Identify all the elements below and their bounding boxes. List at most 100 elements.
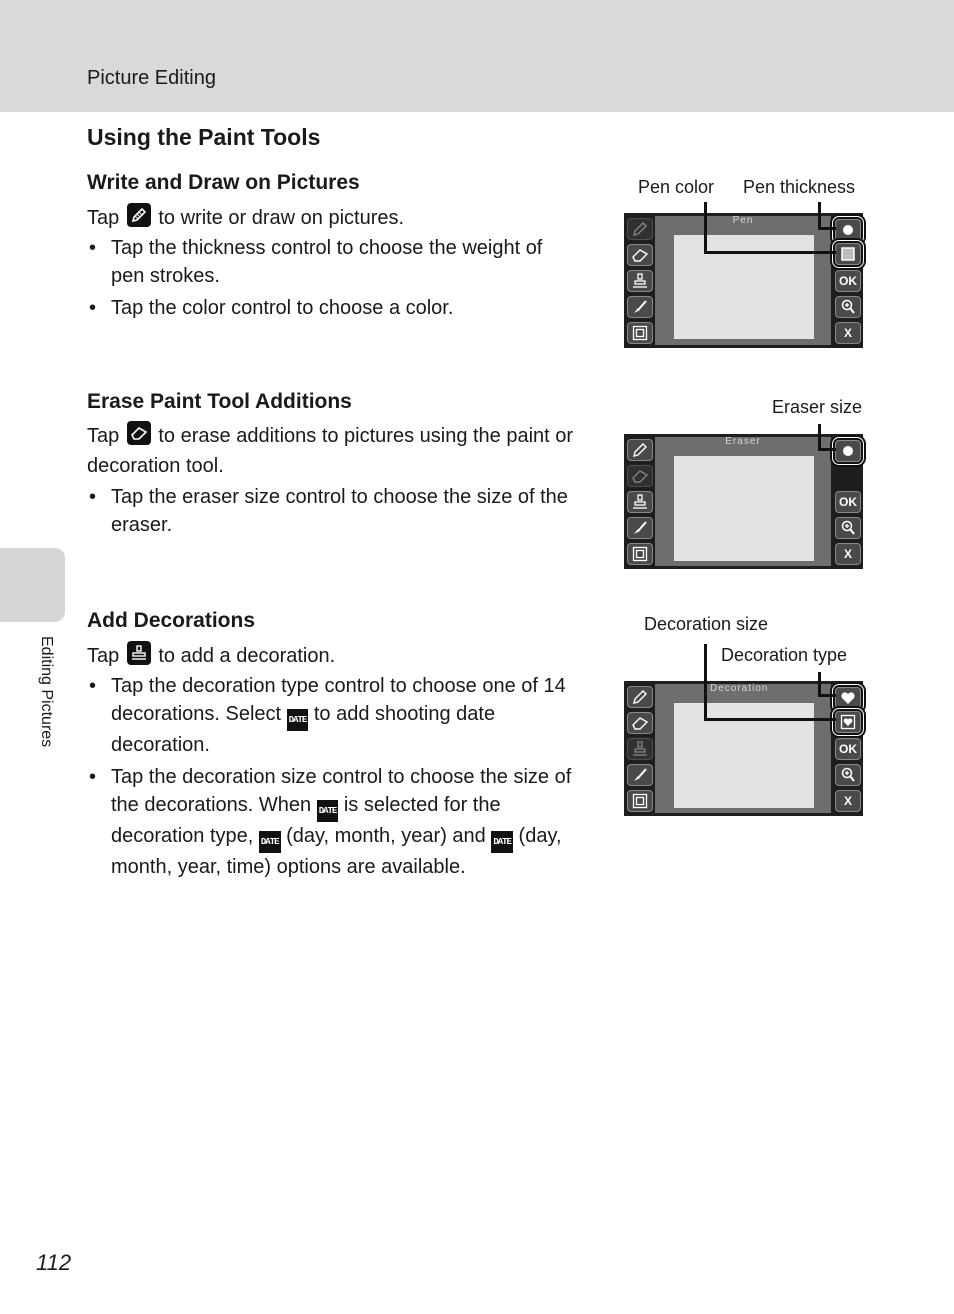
eraser-size-button[interactable] [833,438,863,464]
ok-label: OK [839,742,857,756]
intro-text: to write or draw on pictures. [158,207,405,229]
zoom-button[interactable] [835,517,861,539]
mode-label: Decoration [710,683,769,694]
section-heading-decorations: Add Decorations [87,609,256,632]
section-heading-write-draw: Write and Draw on Pictures [87,171,360,194]
eraser-tool-button[interactable] [627,465,653,487]
leader-line [704,202,707,253]
dot-icon [843,225,853,235]
stamp-icon [633,741,647,756]
bullet-text: Tap the decoration size control to choos… [111,766,572,816]
date-icon: DATE [286,709,309,731]
leader-line [704,644,707,721]
decoration-size-button[interactable] [833,709,863,735]
intro-text: to add a decoration. [158,645,336,667]
leader-line [818,448,836,451]
brush-icon [634,768,647,781]
pencil-icon [633,222,647,236]
frame-icon [632,793,648,809]
stamp-icon [126,641,151,665]
bullet-item: Tap the decoration size control to choos… [87,763,582,881]
frame-tool-button[interactable] [627,790,653,812]
eraser-tool-button[interactable] [627,712,653,734]
frame-icon [632,546,648,562]
eraser-tool-button[interactable] [627,244,653,266]
section-body-write-draw: Tap to write or draw on pictures. Tap th… [87,203,577,326]
date-dmy-icon: DATE [258,831,281,853]
frame-tool-button[interactable] [627,543,653,565]
leader-line [818,694,836,697]
eraser-icon [126,421,151,445]
mode-label: Pen [732,215,754,226]
callout-eraser-size: Eraser size [772,397,863,417]
intro-text: to erase additions to pictures using the… [87,425,574,477]
camera-screen-decoration: Decoration OK X [624,681,863,816]
intro-text: Tap [87,425,120,447]
zoom-button[interactable] [835,296,861,318]
running-head: Picture Editing [87,67,216,89]
decoration-tool-button[interactable] [627,270,653,292]
color-swatch-icon [841,247,855,261]
close-icon: X [843,794,852,808]
decoration-tool-button[interactable] [627,738,653,760]
ok-button[interactable]: OK [835,270,861,292]
callout-decoration-size: Decoration size [644,614,769,634]
leader-line [818,227,836,230]
bullet-item: Tap the decoration type control to choos… [87,672,582,759]
pencil-icon [633,690,647,704]
frame-icon [632,325,648,341]
eraser-icon [632,717,648,730]
pencil-icon [126,203,151,227]
close-icon: X [843,326,852,340]
leader-line [704,251,836,254]
zoom-in-icon [841,767,855,782]
camera-screen-eraser: Eraser OK X [624,434,863,569]
date-icon: DATE [316,800,339,822]
bullet-item: Tap the color control to choose a color. [87,294,577,322]
brush-tool-button[interactable] [627,296,653,318]
frame-tool-button[interactable] [627,322,653,344]
camera-screen-pen: Pen OK X [624,213,863,348]
heart-framed-icon [840,714,856,730]
ok-button[interactable]: OK [835,491,861,513]
pen-tool-button[interactable] [627,439,653,461]
intro-text: Tap [87,207,120,229]
side-tab [0,548,65,622]
decoration-type-button[interactable] [833,685,863,711]
mode-label: Eraser [725,436,761,447]
eraser-icon [632,249,648,262]
callout-decoration-type: Decoration type [721,645,848,665]
brush-tool-button[interactable] [627,517,653,539]
leader-line [704,718,836,721]
decoration-tool-button[interactable] [627,491,653,513]
ok-label: OK [839,495,857,509]
pen-thickness-button[interactable] [833,217,863,243]
pencil-icon [633,443,647,457]
section-body-erase: Tap to erase additions to pictures using… [87,421,577,543]
brush-icon [634,300,647,313]
close-button[interactable]: X [835,790,861,812]
stamp-icon [633,494,647,509]
brush-icon [634,521,647,534]
leader-line [818,424,821,451]
bullet-text: (day, month, year) and [286,825,486,847]
close-button[interactable]: X [835,543,861,565]
callout-pen-thickness: Pen thickness [743,177,856,197]
pen-tool-button[interactable] [627,686,653,708]
ok-label: OK [839,274,857,288]
pen-color-button[interactable] [833,241,863,267]
side-tab-label: Editing Pictures [38,636,55,748]
stamp-icon [633,273,647,288]
intro-text: Tap [87,645,120,667]
brush-tool-button[interactable] [627,764,653,786]
zoom-button[interactable] [835,764,861,786]
pen-tool-button[interactable] [627,218,653,240]
ok-button[interactable]: OK [835,738,861,760]
zoom-in-icon [841,299,855,314]
dot-icon [843,446,853,456]
section-body-decorations: Tap to add a decoration. Tap the decorat… [87,641,582,885]
page-number: 112 [36,1250,72,1275]
header-band [0,0,954,112]
eraser-icon [632,470,648,483]
close-button[interactable]: X [835,322,861,344]
